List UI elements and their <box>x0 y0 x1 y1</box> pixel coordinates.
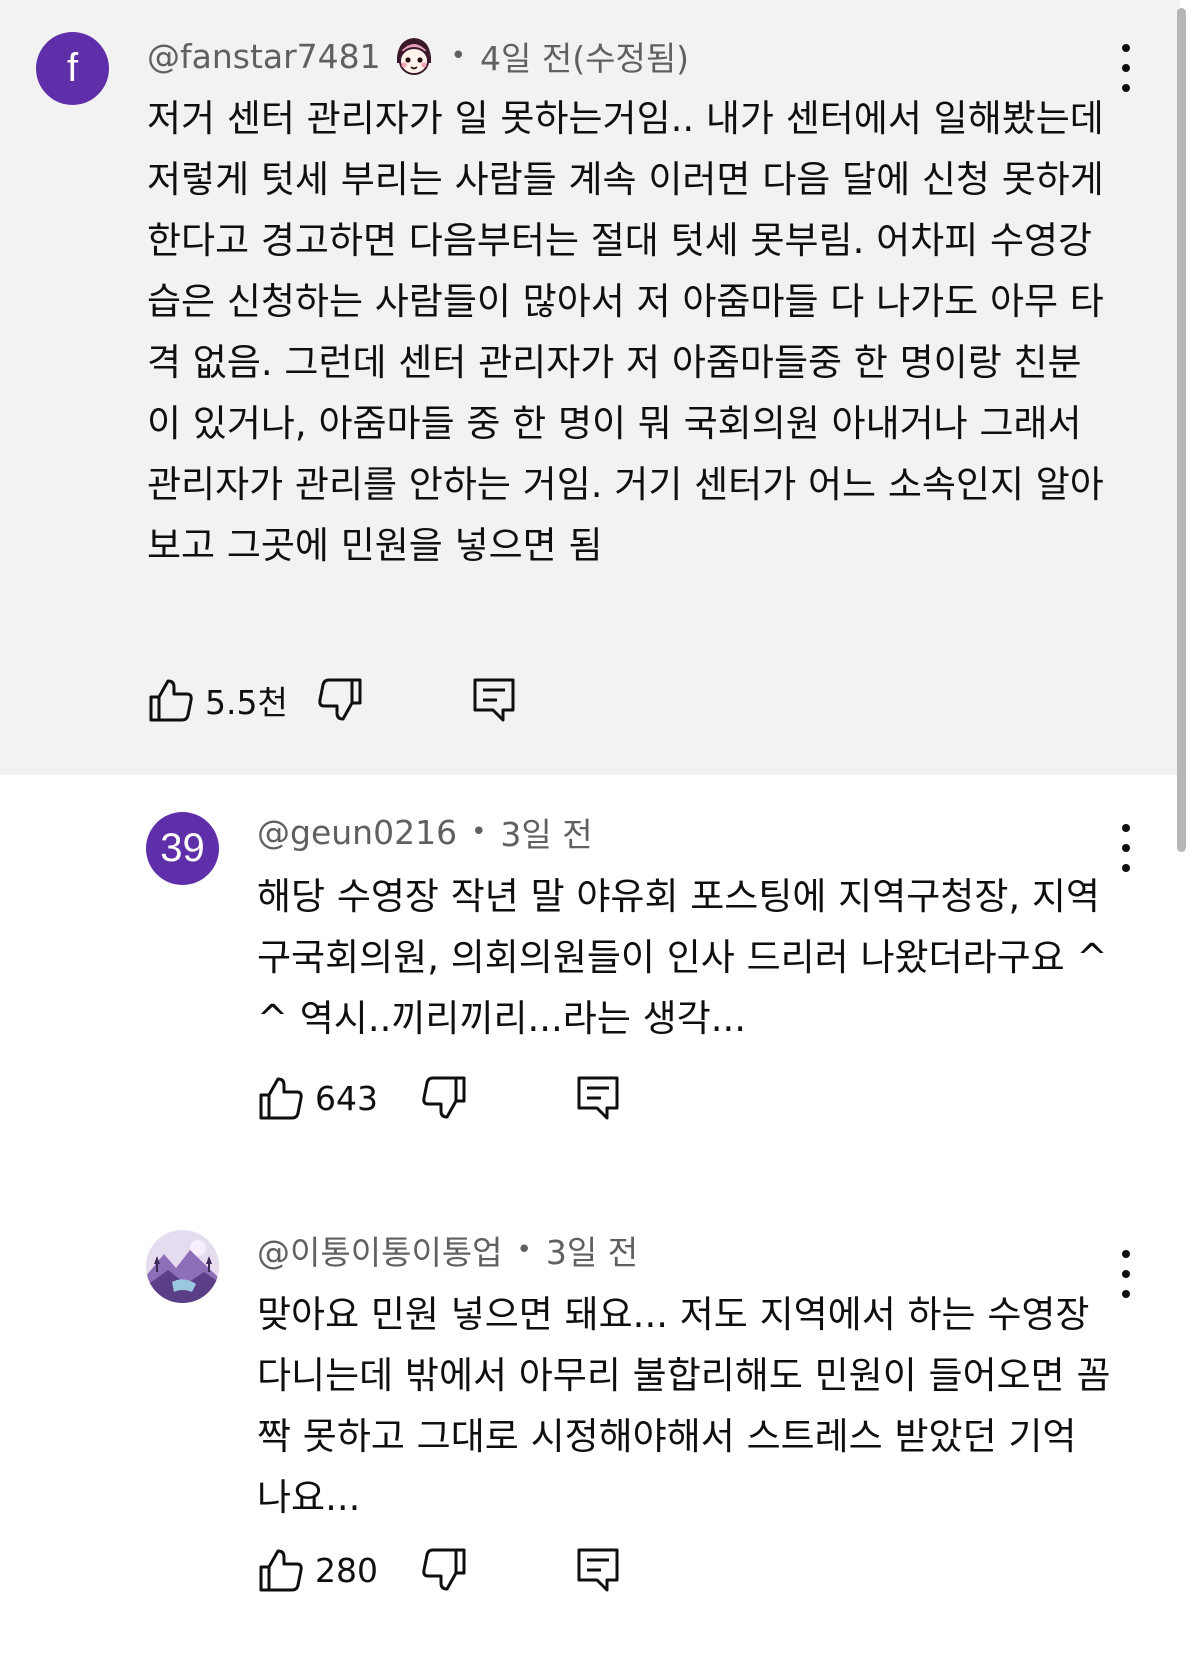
comment-author[interactable]: @fanstar7481 <box>147 37 381 76</box>
comment-author[interactable]: @geun0216 <box>257 813 457 852</box>
thumbs-up-icon[interactable] <box>147 676 195 724</box>
comment-meta: @이통이통이통업 • 3일 전 <box>257 1224 638 1276</box>
avatar-initial: f <box>66 46 79 90</box>
comment-meta: @fanstar7481 • 4일 전(수정됨) <box>147 30 689 82</box>
meta-separator: • <box>450 41 467 71</box>
comment-text: 저거 센터 관리자가 일 못하는거임.. 내가 센터에서 일해봤는데 저렇게 텃… <box>147 97 1104 567</box>
comment-text: 맞아요 민원 넣으면 돼요... 저도 지역에서 하는 수영장 다니는데 밖에서… <box>257 1293 1111 1519</box>
comment-author[interactable]: @이통이통이통업 <box>257 1226 503 1274</box>
reply-icon[interactable] <box>574 1074 622 1122</box>
comment-thread-highlighted: f @fanstar7481 • 4일 전(수정됨) 저거 센터 관리자가 일 … <box>0 0 1180 775</box>
more-vertical-icon[interactable] <box>1104 44 1148 92</box>
comment-time[interactable]: 3일 전 <box>546 1226 638 1274</box>
landscape-avatar-icon <box>146 1230 219 1303</box>
comment-text: 해당 수영장 작년 말 야유회 포스팅에 지역구청장, 지역구국회의원, 의회의… <box>257 875 1108 1040</box>
comment-actions: 280 <box>257 1540 622 1600</box>
reply-comment: @이통이통이통업 • 3일 전 맞아요 민원 넣으면 돼요... 저도 지역에서… <box>0 1218 1180 1659</box>
avatar[interactable]: 39 <box>146 812 219 885</box>
comment-time[interactable]: 3일 전 <box>500 808 592 856</box>
thumbs-up-icon[interactable] <box>257 1546 305 1594</box>
comment-meta: @geun0216 • 3일 전 <box>257 806 593 858</box>
meta-separator: • <box>516 1235 532 1265</box>
more-vertical-icon[interactable] <box>1104 1250 1148 1298</box>
comment-actions: 643 <box>257 1068 622 1128</box>
like-count: 280 <box>315 1550 378 1590</box>
character-face-icon <box>396 38 431 75</box>
meta-separator: • <box>471 817 487 847</box>
comment-time[interactable]: 4일 전(수정됨) <box>480 32 689 80</box>
thumbs-down-icon[interactable] <box>420 1546 468 1594</box>
avatar[interactable]: f <box>36 32 109 105</box>
avatar-initial: 39 <box>160 826 205 870</box>
thumbs-up-icon[interactable] <box>257 1074 305 1122</box>
reply-icon[interactable] <box>574 1546 622 1594</box>
more-vertical-icon[interactable] <box>1104 824 1148 872</box>
scrollbar[interactable] <box>1177 8 1186 852</box>
avatar[interactable] <box>146 1230 219 1303</box>
like-count: 5.5천 <box>205 683 288 722</box>
like-count: 643 <box>315 1078 378 1118</box>
thumbs-down-icon[interactable] <box>420 1074 468 1122</box>
thumbs-down-icon[interactable] <box>316 676 364 724</box>
reply-comment: 39 @geun0216 • 3일 전 해당 수영장 작년 말 야유회 포스팅에… <box>0 800 1180 1160</box>
reply-icon[interactable] <box>470 676 518 724</box>
comment-actions: 5.5천 <box>147 670 518 730</box>
